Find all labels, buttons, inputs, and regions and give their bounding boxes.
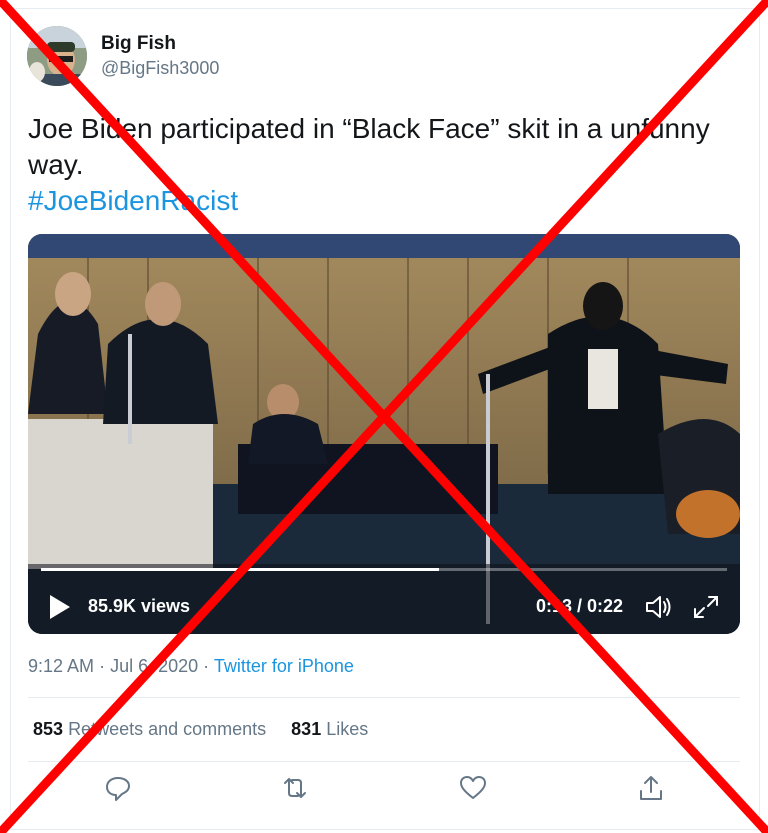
- tweet-actions: [0, 773, 768, 809]
- tweet-date[interactable]: Jul 6, 2020: [110, 656, 198, 676]
- tweet-text: Joe Biden participated in “Black Face” s…: [28, 111, 718, 219]
- view-count: 85.9K views: [88, 596, 191, 616]
- tweet-stats: 853 Retweets and comments 831 Likes: [33, 719, 368, 740]
- volume-icon[interactable]: [644, 593, 674, 621]
- video-progress-fill: [41, 568, 439, 571]
- author-handle[interactable]: @BigFish3000: [101, 58, 219, 79]
- likes-count: 831: [291, 719, 322, 739]
- author-name[interactable]: Big Fish: [101, 33, 176, 55]
- heart-icon[interactable]: [458, 773, 488, 803]
- tweet-body: Joe Biden participated in “Black Face” s…: [28, 113, 710, 180]
- share-icon[interactable]: [636, 773, 666, 803]
- video-player[interactable]: 85.9K views 0:13 / 0:22: [28, 234, 740, 634]
- likes-label: Likes: [326, 719, 369, 739]
- video-time: 0:13 / 0:22: [536, 596, 624, 616]
- tweet-source[interactable]: Twitter for iPhone: [214, 656, 354, 676]
- meta-separator: ·: [99, 656, 106, 676]
- avatar[interactable]: [27, 26, 87, 86]
- retweet-icon[interactable]: [280, 773, 310, 803]
- divider: [28, 697, 740, 698]
- tweet-meta: 9:12 AM · Jul 6, 2020 · Twitter for iPho…: [28, 656, 354, 677]
- retweets-count: 853: [33, 719, 64, 739]
- expand-icon[interactable]: [692, 594, 720, 620]
- play-icon[interactable]: [48, 594, 72, 620]
- retweets-stat[interactable]: 853 Retweets and comments: [33, 719, 266, 739]
- comment-icon[interactable]: [103, 773, 133, 803]
- meta-separator: ·: [203, 656, 210, 676]
- hashtag-link[interactable]: #JoeBidenRacist: [28, 185, 238, 216]
- video-progress-bar[interactable]: [41, 568, 727, 571]
- video-frame: [28, 234, 740, 634]
- divider: [28, 761, 740, 762]
- likes-stat[interactable]: 831 Likes: [291, 719, 368, 739]
- tweet-time[interactable]: 9:12 AM: [28, 656, 94, 676]
- retweets-label: Retweets and comments: [68, 719, 267, 739]
